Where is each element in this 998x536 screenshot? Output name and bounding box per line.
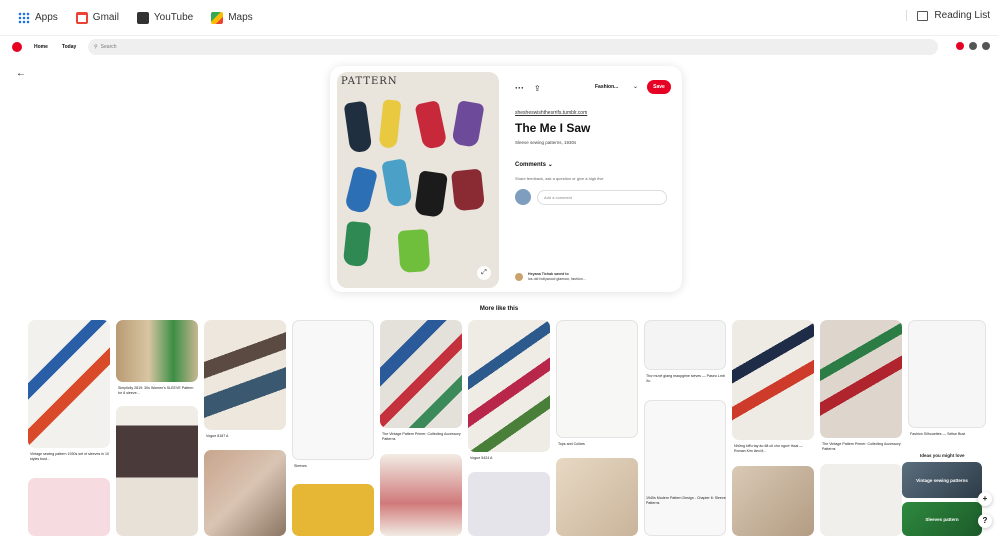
pinterest-logo-icon[interactable] bbox=[12, 42, 22, 52]
garment-sleeve bbox=[450, 168, 486, 212]
pin-tile[interactable] bbox=[204, 320, 286, 430]
pin-tile[interactable] bbox=[644, 320, 726, 370]
pin-tile[interactable] bbox=[468, 472, 550, 536]
pin-caption: Thợ mượt giang maopgime sieves — Paseo L… bbox=[646, 374, 725, 383]
pin-closeup-card: PATTERN ⤢ ··· ⇪ Fashion... ⌄ Save sheshe… bbox=[330, 66, 682, 292]
pin-tile[interactable] bbox=[116, 320, 198, 382]
idea-vintage-sewing-patterns[interactable]: Vintage sewing patterns bbox=[902, 462, 982, 498]
pin-tile[interactable] bbox=[116, 406, 198, 536]
search-input[interactable]: ⚲ Search bbox=[88, 39, 938, 55]
pin-title: The Me I Saw bbox=[515, 121, 591, 135]
related-pins-grid: Vintage sewing pattern 1930s set of slee… bbox=[28, 320, 988, 536]
pin-caption: Vogue 8187 A bbox=[206, 434, 229, 438]
chevron-down-icon: ⌄ bbox=[547, 162, 553, 168]
pin-tile[interactable] bbox=[380, 454, 462, 536]
expand-icon[interactable]: ⤢ bbox=[477, 266, 491, 280]
pin-caption: 1940s Modern Pattern Design - Chapter 6:… bbox=[646, 496, 726, 505]
youtube-icon bbox=[136, 11, 149, 24]
pin-caption: Vintage sewing pattern 1930s set of slee… bbox=[30, 452, 110, 461]
comments-hint: Share feedback, ask a question or give a… bbox=[515, 176, 604, 181]
back-arrow-icon[interactable]: ← bbox=[16, 68, 26, 79]
garment-sleeve bbox=[381, 158, 413, 208]
pin-caption: The Vintage Pattern Primer: Collecting A… bbox=[822, 442, 901, 451]
comment-row: Add a comment bbox=[515, 189, 675, 205]
idea-sleeves-pattern[interactable]: Sleeves pattern bbox=[902, 502, 982, 536]
pin-tile[interactable] bbox=[204, 450, 286, 536]
notifications-icon[interactable] bbox=[956, 42, 964, 50]
bookmark-maps[interactable]: Maps bbox=[211, 11, 253, 24]
pin-tile[interactable] bbox=[732, 320, 814, 440]
garment-sleeve bbox=[414, 100, 448, 150]
share-icon[interactable]: ⇪ bbox=[534, 84, 541, 93]
pin-image-title: PATTERN bbox=[341, 76, 398, 87]
pin-caption: Những kiểu tay áo đã cũ cho ngườ thcai —… bbox=[734, 444, 803, 453]
reading-list-button[interactable]: Reading List bbox=[906, 10, 990, 21]
pin-tile[interactable] bbox=[292, 320, 374, 460]
profile-avatar[interactable] bbox=[982, 42, 990, 50]
garment-sleeve bbox=[342, 220, 372, 268]
gmail-icon bbox=[75, 11, 88, 24]
pin-description: Sleeve sewing patterns, 1930s bbox=[515, 140, 577, 145]
user-avatar bbox=[515, 189, 531, 205]
pin-tile[interactable] bbox=[468, 320, 550, 452]
garment-sleeve bbox=[397, 229, 431, 273]
search-icon: ⚲ bbox=[94, 44, 98, 50]
bookmarks-bar: Apps Gmail YouTube Maps Reading List bbox=[0, 0, 998, 36]
comments-toggle[interactable]: Comments ⌄ bbox=[515, 161, 675, 168]
pin-tile[interactable] bbox=[908, 320, 986, 428]
chevron-down-icon[interactable]: ⌄ bbox=[633, 83, 638, 90]
pin-tile[interactable] bbox=[820, 320, 902, 438]
pin-caption: Fashion Silhouettes — Selise Bust bbox=[910, 432, 966, 436]
ideas-heading: Ideas you might love bbox=[920, 453, 965, 458]
pin-caption: Simplicity 2819: 30s Women's SLEEVE Patt… bbox=[118, 386, 194, 395]
pin-caption: The Vintage Pattern Primer: Collecting A… bbox=[382, 432, 461, 441]
pin-tile[interactable] bbox=[28, 478, 110, 536]
pin-tile[interactable] bbox=[644, 400, 726, 536]
garment-sleeve bbox=[451, 100, 485, 148]
messages-icon[interactable] bbox=[969, 42, 977, 50]
pin-tile[interactable] bbox=[380, 320, 462, 428]
pin-details: ··· ⇪ Fashion... ⌄ Save shesheswishthesr… bbox=[515, 78, 675, 205]
saved-by[interactable]: Heyana Tichak saved to los old hollywood … bbox=[515, 272, 586, 282]
maps-icon bbox=[211, 11, 224, 24]
apps-grid-icon bbox=[18, 11, 30, 24]
pin-tile[interactable] bbox=[732, 466, 814, 536]
pin-tile[interactable] bbox=[820, 464, 902, 536]
more-options-icon[interactable]: ··· bbox=[515, 83, 524, 93]
more-like-this-heading: More like this bbox=[479, 306, 519, 312]
pin-caption: Sleeves bbox=[294, 464, 307, 468]
pin-tile[interactable] bbox=[28, 320, 110, 448]
nav-today[interactable]: Today bbox=[62, 44, 76, 50]
bookmark-gmail[interactable]: Gmail bbox=[75, 11, 119, 24]
pin-tile[interactable] bbox=[556, 458, 638, 536]
reading-list-icon bbox=[917, 10, 929, 21]
save-button[interactable]: Save bbox=[647, 80, 671, 94]
garment-sleeve bbox=[378, 99, 402, 149]
garment-sleeve bbox=[344, 165, 378, 215]
pin-tile[interactable] bbox=[292, 484, 374, 536]
saver-avatar bbox=[515, 273, 523, 281]
pin-tile[interactable] bbox=[556, 320, 638, 438]
pinterest-header: Home Today ⚲ Search bbox=[0, 37, 998, 57]
pin-image[interactable]: PATTERN ⤢ bbox=[337, 72, 499, 288]
pin-caption: Tops and Collars bbox=[558, 442, 585, 446]
comment-input[interactable]: Add a comment bbox=[537, 189, 667, 205]
board-selector[interactable]: Fashion... bbox=[595, 84, 618, 90]
pin-source-link[interactable]: shesheswishthesrrifs.tumblr.com bbox=[515, 110, 675, 116]
bookmark-youtube[interactable]: YouTube bbox=[136, 11, 193, 24]
create-plus-button[interactable]: + bbox=[978, 492, 992, 506]
garment-sleeve bbox=[343, 100, 373, 154]
pin-caption: Vogue 5424 A bbox=[470, 456, 493, 460]
nav-home[interactable]: Home bbox=[34, 44, 48, 50]
help-button[interactable]: ? bbox=[978, 514, 992, 528]
header-actions bbox=[951, 42, 990, 50]
garment-sleeve bbox=[414, 170, 448, 218]
bookmark-apps[interactable]: Apps bbox=[18, 11, 58, 24]
